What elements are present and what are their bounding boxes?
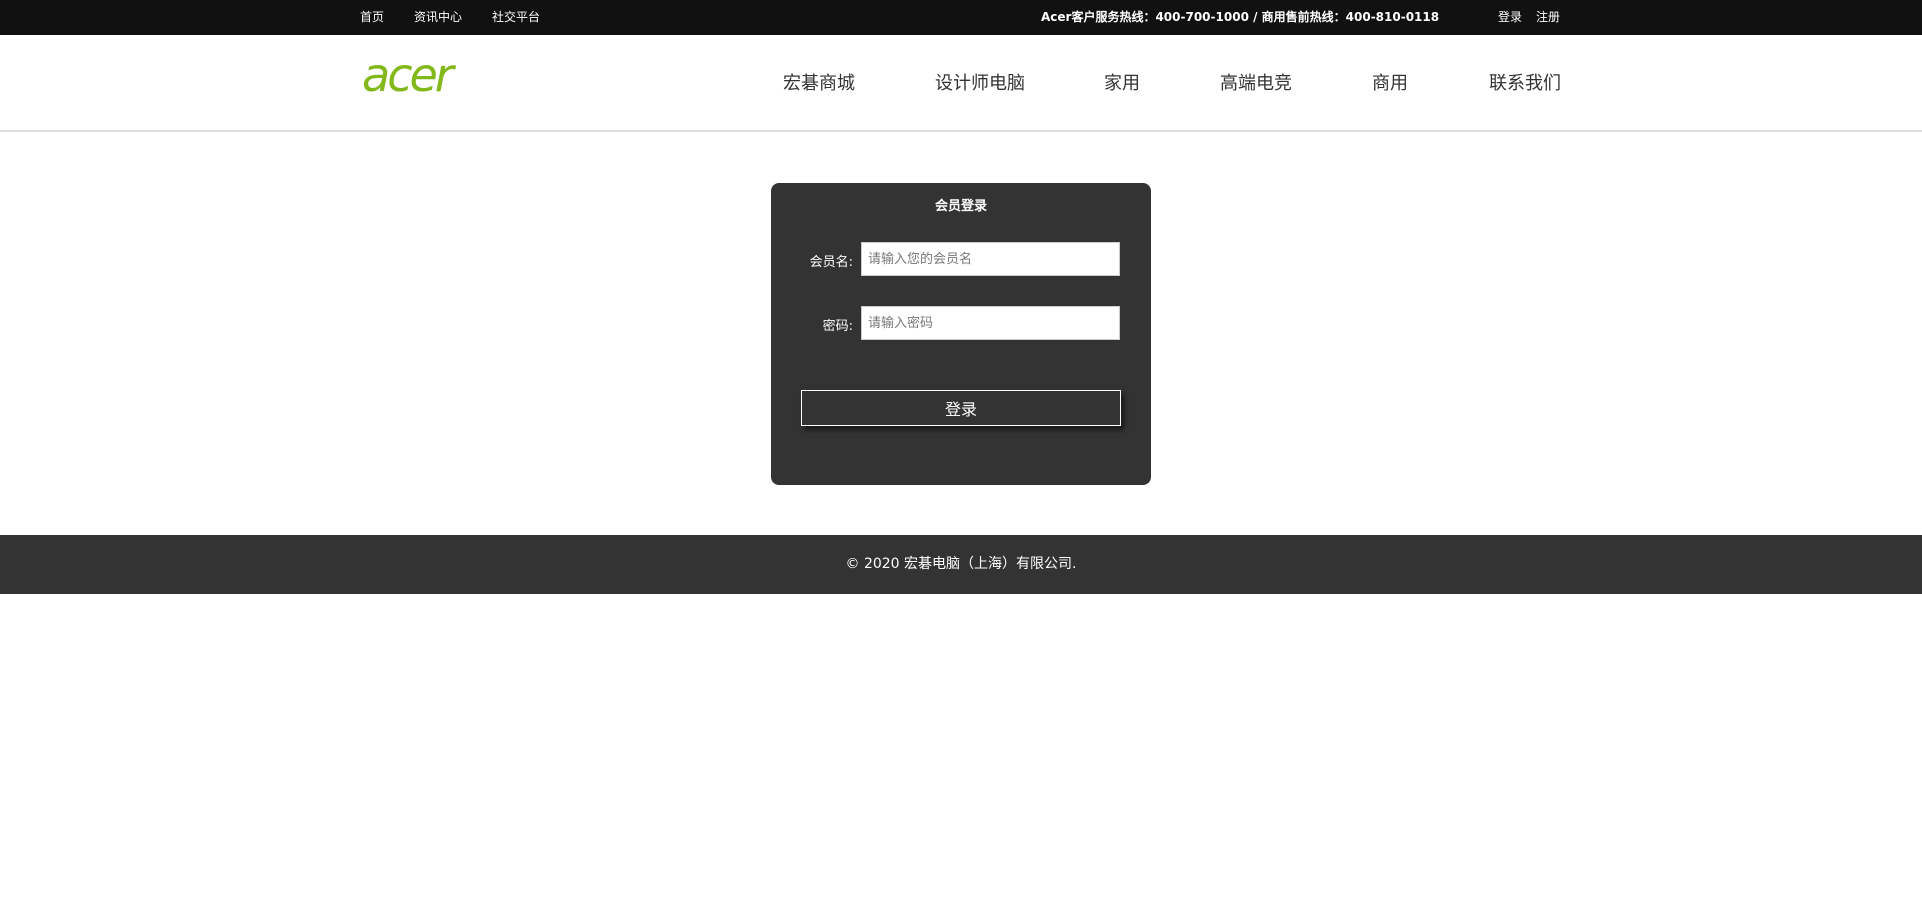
nav-designer-pc[interactable]: 设计师电脑 <box>935 35 1025 132</box>
top-link-home[interactable]: 首页 <box>360 0 384 35</box>
login-button[interactable]: 登录 <box>801 390 1121 426</box>
nav-high-end-gaming[interactable]: 高端电竞 <box>1220 35 1292 132</box>
login-panel: 会员登录 会员名: 密码: 登录 <box>771 183 1151 485</box>
password-label: 密码: <box>822 319 853 334</box>
nav-acer-store[interactable]: 宏碁商城 <box>783 35 855 132</box>
footer: © 2020 宏碁电脑（上海）有限公司. <box>0 535 1922 594</box>
nav-contact-us[interactable]: 联系我们 <box>1489 35 1561 132</box>
password-input[interactable] <box>861 306 1120 340</box>
top-login-link[interactable]: 登录 <box>1498 0 1522 35</box>
top-link-news-center[interactable]: 资讯中心 <box>414 0 462 35</box>
acer-logo[interactable]: acer <box>360 57 490 99</box>
top-register-link[interactable]: 注册 <box>1536 0 1560 35</box>
logo-text: acer <box>362 57 457 99</box>
nav-business[interactable]: 商用 <box>1372 35 1408 132</box>
top-bar: 首页 资讯中心 社交平台 Acer客户服务热线：400-700-1000 / 商… <box>0 0 1922 35</box>
main-header: acer 宏碁商城 设计师电脑 家用 高端电竞 商用 联系我们 <box>0 35 1922 132</box>
service-hotline: Acer客户服务热线：400-700-1000 / 商用售前热线：400-810… <box>1041 10 1440 24</box>
login-title: 会员登录 <box>934 199 987 214</box>
copyright-text: © 2020 宏碁电脑（上海）有限公司. <box>845 556 1077 572</box>
username-input[interactable] <box>861 242 1120 276</box>
username-label: 会员名: <box>809 255 853 270</box>
top-link-social-platform[interactable]: 社交平台 <box>492 0 540 35</box>
nav-home-use[interactable]: 家用 <box>1104 35 1140 132</box>
